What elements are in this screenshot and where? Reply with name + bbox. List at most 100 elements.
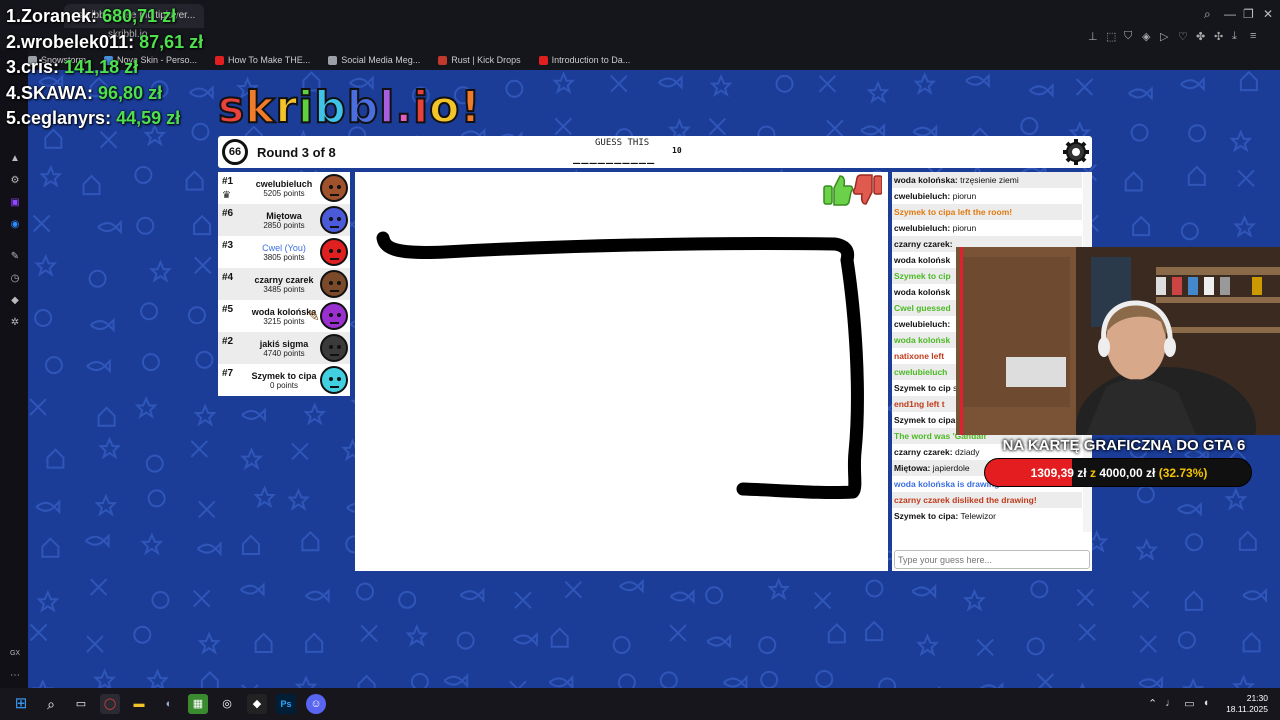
shield-icon[interactable]: ⛉: [1124, 30, 1134, 43]
chat-username: woda kolońsk: [894, 287, 951, 297]
doodle-shape: [548, 674, 574, 688]
pin-icon[interactable]: ⊥: [1088, 30, 1098, 43]
extension-icon[interactable]: ✤: [1196, 30, 1206, 43]
doodle-shape: [291, 442, 309, 461]
thumbs-up-icon: [823, 175, 854, 206]
doodle-shape: [1128, 86, 1153, 101]
bookmark-item[interactable]: How To Make THE...: [215, 55, 310, 65]
minecraft-icon[interactable]: ▦: [188, 694, 208, 714]
doodle-shape: [513, 632, 538, 647]
doodle-shape: [1078, 623, 1096, 642]
doodle-shape: [1177, 501, 1202, 517]
player-row-drawing[interactable]: #5 woda kolońska 3215 points ✎: [218, 300, 350, 332]
aria-icon[interactable]: ▲: [9, 153, 21, 165]
photoshop-icon[interactable]: Ps: [276, 694, 296, 714]
doodle-shape: [1020, 117, 1039, 136]
player-row[interactable]: #3 Cwel (You) 3805 points: [218, 236, 350, 268]
player-row[interactable]: #1 ♛ cwelubieluch 5205 points: [218, 172, 350, 204]
doodle-shape: [913, 72, 937, 96]
doodle-shape: [459, 587, 485, 603]
doodle-shape: [357, 674, 376, 688]
settings-icon[interactable]: ⚙: [9, 175, 21, 187]
doodle-shape: [185, 170, 204, 191]
doodle-shape: [1177, 631, 1196, 650]
search-icon[interactable]: ⌕: [1204, 7, 1211, 22]
doodle-shape: [146, 668, 169, 688]
cube-icon[interactable]: ◆: [9, 295, 21, 307]
monitor-icon[interactable]: ▭: [1184, 697, 1194, 710]
gear-icon[interactable]: ✲: [9, 317, 21, 329]
chat-message: woda kolońska: trzęsienie ziemi: [892, 172, 1082, 188]
file-explorer-icon[interactable]: ▬: [129, 694, 149, 714]
doodle-shape: [1139, 635, 1157, 653]
tools-icon[interactable]: ✎: [9, 251, 21, 263]
doodle-shape: [147, 489, 166, 508]
opera-gx-icon[interactable]: ◯: [100, 694, 120, 714]
doodle-shape: [708, 117, 727, 136]
minimize-icon[interactable]: —: [1224, 7, 1236, 21]
bookmark-item[interactable]: Social Media Meg...: [328, 55, 420, 65]
puzzle-icon[interactable]: ✣: [1214, 30, 1224, 43]
obs-icon[interactable]: ◎: [217, 694, 237, 714]
doodle-shape: [241, 407, 266, 423]
app-icon[interactable]: ◆: [247, 694, 267, 714]
player-row[interactable]: #7 Szymek to cipa 0 points: [218, 364, 350, 396]
doodle-shape: [356, 582, 375, 601]
drawing-canvas[interactable]: [355, 172, 888, 571]
bookmark-item[interactable]: Rust | Kick Drops: [438, 55, 521, 65]
doodle-shape: [39, 164, 63, 188]
settings-gear-icon[interactable]: [1062, 138, 1090, 166]
windows-start-icon[interactable]: ⊞: [11, 694, 31, 714]
doodle-shape: [1181, 677, 1205, 688]
close-icon[interactable]: ✕: [1263, 7, 1273, 21]
player-row[interactable]: #4 czarny czarek 3485 points: [218, 268, 350, 300]
doodle-shape: [196, 541, 222, 557]
doodle-shape: [41, 537, 60, 558]
doodle-shape: [826, 119, 844, 138]
chat-username: woda kolońsk: [894, 255, 951, 265]
screenshot-icon[interactable]: ⬚: [1106, 30, 1116, 43]
bookmark-item[interactable]: Introduction to Da...: [538, 55, 630, 65]
discord-icon[interactable]: ☺: [306, 694, 326, 714]
donation-percent: (32.73%): [1158, 466, 1208, 480]
doodle-shape: [29, 398, 47, 416]
menu-icon[interactable]: ≡: [1250, 30, 1260, 43]
player-rank: #7: [222, 368, 234, 379]
player-avatar: [320, 366, 348, 394]
doodle-shape: [44, 356, 63, 375]
volume-icon[interactable]: ◖: [1203, 697, 1210, 710]
doodle-shape: [1136, 485, 1155, 504]
steam-icon[interactable]: ◐: [159, 694, 179, 714]
doodle-shape: [1184, 590, 1203, 611]
history-icon[interactable]: ◷: [9, 273, 21, 285]
chat-text: cwelubieluch: [894, 367, 948, 377]
chevron-up-icon[interactable]: ⌃: [1148, 697, 1157, 710]
doodle-shape: [97, 406, 116, 427]
webcam-feed: [956, 247, 1280, 435]
guess-label: GUESS THIS: [595, 138, 650, 148]
chat-text: piorun: [952, 191, 977, 201]
player-name: Miętowa: [266, 211, 302, 221]
doodle-shape: [99, 131, 118, 149]
doodle-shape: [34, 253, 58, 277]
more-icon[interactable]: ⋯: [9, 670, 21, 682]
adblock-icon[interactable]: ◈: [1142, 30, 1152, 43]
leaderboard-row: 2.wrobelek011: 87,61 zł: [6, 31, 204, 52]
taskbar-clock[interactable]: 21:30 18.11.2025: [1226, 693, 1268, 715]
twitch-icon[interactable]: ▣: [9, 197, 21, 209]
search-icon[interactable]: ⌕: [41, 694, 61, 714]
play-icon[interactable]: ▷: [1160, 30, 1170, 43]
player-row[interactable]: #6 Miętowa 2850 points: [218, 204, 350, 236]
doodle-shape: [190, 440, 209, 458]
doodle-shape: [46, 448, 65, 469]
microphone-icon[interactable]: ♩: [1165, 697, 1176, 710]
doodle-shape: [86, 358, 111, 374]
guess-input[interactable]: [894, 550, 1090, 569]
heart-icon[interactable]: ♡: [1178, 30, 1188, 43]
task-view-icon[interactable]: ▭: [71, 694, 91, 714]
player-row[interactable]: #2 jakiś sigma 4740 points: [218, 332, 350, 364]
download-icon[interactable]: ⤓: [1232, 30, 1242, 43]
chat-text: Telewizor: [960, 511, 996, 521]
messenger-icon[interactable]: ◉: [9, 219, 21, 231]
restore-icon[interactable]: ❐: [1243, 7, 1254, 21]
